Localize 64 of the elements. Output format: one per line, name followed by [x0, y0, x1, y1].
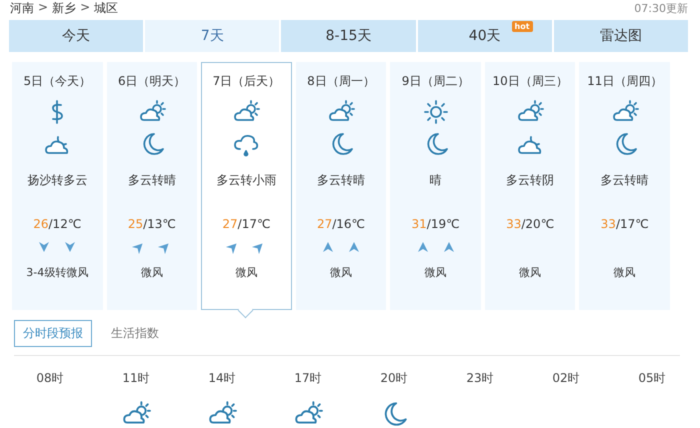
weather-description: 多云转晴 — [316, 172, 365, 189]
wind-arrow-icon — [442, 241, 455, 253]
day-card[interactable]: 5日（今天） 扬沙转多云 26/12℃ 3-4级转微风 — [12, 62, 103, 310]
wind-level: 3-4级转微风 — [26, 265, 88, 280]
forecast-tab[interactable]: 7天 — [145, 20, 280, 52]
wind-level: 微风 — [330, 265, 352, 280]
temperature-range: 26/12℃ — [33, 217, 82, 231]
day-date: 7日（后天） — [212, 73, 280, 90]
hour-label: 17时 — [294, 370, 322, 387]
day-date: 8日（周一） — [307, 73, 375, 90]
forecast-tab[interactable]: 40天 hot — [418, 20, 552, 52]
temperature-range: 31/19℃ — [412, 217, 460, 231]
breadcrumb-separator: > — [38, 0, 48, 16]
day-card[interactable]: 7日（后天） 多云转小雨 27/17℃ 微风 — [201, 62, 292, 310]
wind-arrow-icon — [64, 241, 76, 253]
temperature-range: 25/13℃ — [128, 217, 176, 231]
wind-level: 微风 — [235, 265, 258, 280]
wind-level: 微风 — [140, 265, 163, 280]
day-card[interactable]: 10日（周三） 多云转阴 33/20℃ 微风 — [484, 62, 576, 310]
day-date: 9日（周二） — [402, 73, 470, 90]
day-date: 11日（周四） — [587, 73, 662, 90]
wind-arrow-icon — [416, 241, 429, 253]
wind-arrow-icon — [38, 241, 50, 253]
sun-icon — [422, 98, 450, 126]
hour-label: 14时 — [208, 370, 236, 387]
forecast-tab[interactable]: 雷达图 — [554, 20, 688, 52]
hour-label: 08时 — [36, 370, 64, 387]
wind-level: 微风 — [519, 265, 542, 280]
temperature-range: 27/16℃ — [316, 217, 366, 231]
day-date: 5日（今天） — [23, 73, 92, 90]
hour-label: 20时 — [380, 370, 408, 387]
day-date: 10日（周三） — [492, 73, 568, 90]
breadcrumb-link[interactable]: 河南 — [10, 0, 34, 17]
hot-badge: hot — [512, 21, 533, 32]
hour-label: 23时 — [466, 370, 494, 387]
update-time: 07:30更新 — [634, 1, 688, 16]
breadcrumb-separator: > — [80, 0, 90, 16]
temperature-range: 33/20℃ — [506, 217, 554, 231]
day-date: 6日（明天） — [118, 73, 186, 90]
weather-description: 晴 — [430, 172, 442, 189]
forecast-tab[interactable]: 8-15天 — [281, 20, 416, 52]
wind-arrow-icon — [348, 241, 360, 253]
weather-description: 多云转阴 — [506, 172, 554, 189]
wind-level: 微风 — [614, 265, 636, 280]
forecast-tab[interactable]: 今天 — [9, 20, 144, 52]
hour-label: 02时 — [552, 370, 580, 387]
temperature-range: 27/17℃ — [222, 217, 270, 231]
weather-description: 多云转晴 — [600, 172, 649, 189]
breadcrumb-link[interactable]: 新乡 — [52, 0, 76, 17]
weather-description: 多云转小雨 — [216, 172, 276, 189]
hour-label: 11时 — [122, 370, 150, 387]
day-card[interactable]: 8日（周一） 多云转晴 27/16℃ 微风 — [296, 62, 386, 310]
day-card[interactable]: 6日（明天） 多云转晴 25/13℃ 微风 — [106, 62, 198, 310]
sub-tab[interactable]: 分时段预报 — [14, 320, 92, 347]
hour-label: 05时 — [638, 370, 666, 387]
wind-level: 微风 — [424, 265, 447, 280]
breadcrumb-link[interactable]: 城区 — [94, 0, 118, 17]
weather-description: 扬沙转多云 — [27, 172, 88, 189]
day-card[interactable]: 9日（周二） 晴 31/19℃ 微风 — [390, 62, 481, 310]
sub-tab[interactable]: 生活指数 — [102, 320, 168, 347]
weather-description: 多云转晴 — [128, 172, 176, 189]
temperature-range: 33/17℃ — [600, 217, 649, 231]
day-card[interactable]: 11日（周四） 多云转晴 33/17℃ 微风 — [579, 62, 670, 310]
wind-arrow-icon — [322, 241, 334, 253]
